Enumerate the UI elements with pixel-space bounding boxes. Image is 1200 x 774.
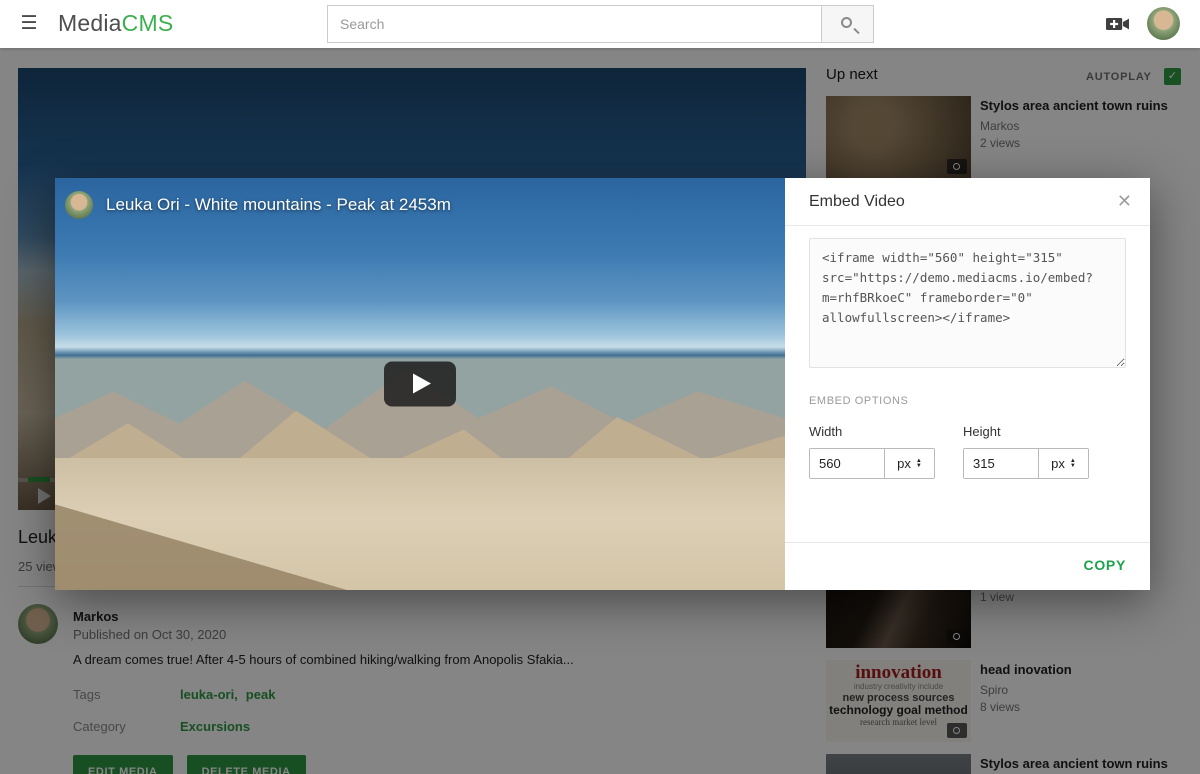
width-unit-select[interactable]: px ▲▼ bbox=[884, 449, 934, 478]
modal-body: <iframe width="560" height="315" src="ht… bbox=[785, 226, 1150, 479]
search-button[interactable] bbox=[821, 5, 874, 43]
preview-video-title: Leuka Ori - White mountains - Peak at 24… bbox=[106, 195, 451, 215]
user-avatar[interactable] bbox=[1147, 7, 1180, 40]
modal-footer: COPY bbox=[785, 542, 1150, 590]
hamburger-menu-icon[interactable]: ☰ bbox=[18, 13, 40, 35]
unit-value: px bbox=[1051, 456, 1065, 471]
preview-title-bar: Leuka Ori - White mountains - Peak at 24… bbox=[65, 191, 451, 219]
height-unit-select[interactable]: px ▲▼ bbox=[1038, 449, 1088, 478]
play-button[interactable] bbox=[384, 362, 456, 407]
preview-author-avatar[interactable] bbox=[65, 191, 93, 219]
height-input[interactable] bbox=[964, 449, 1038, 478]
sort-arrows-icon: ▲▼ bbox=[1070, 459, 1076, 469]
width-input[interactable] bbox=[810, 449, 884, 478]
modal-title: Embed Video bbox=[809, 193, 905, 211]
close-icon[interactable]: ✕ bbox=[1117, 191, 1132, 212]
width-field-group: Width px ▲▼ bbox=[809, 424, 935, 479]
width-label: Width bbox=[809, 424, 935, 439]
search-input[interactable] bbox=[327, 5, 821, 43]
sort-arrows-icon: ▲▼ bbox=[916, 459, 922, 469]
upload-media-button[interactable] bbox=[1106, 15, 1130, 33]
magnifier-icon bbox=[841, 17, 852, 28]
magnifier-icon-handle bbox=[853, 28, 859, 34]
embed-preview-player[interactable]: Leuka Ori - White mountains - Peak at 24… bbox=[55, 178, 785, 590]
height-field-group: Height px ▲▼ bbox=[963, 424, 1089, 479]
search-bar bbox=[327, 5, 874, 43]
embed-options-label: EMBED OPTIONS bbox=[809, 395, 1126, 407]
unit-value: px bbox=[897, 456, 911, 471]
modal-header: Embed Video ✕ bbox=[785, 178, 1150, 226]
embed-video-modal: Leuka Ori - White mountains - Peak at 24… bbox=[55, 178, 1150, 590]
copy-button[interactable]: COPY bbox=[1084, 557, 1126, 573]
embed-options-panel: Embed Video ✕ <iframe width="560" height… bbox=[785, 178, 1150, 590]
embed-code-textarea[interactable]: <iframe width="560" height="315" src="ht… bbox=[809, 238, 1126, 368]
app-header: ☰ MediaCMS bbox=[0, 0, 1200, 48]
video-camera-plus-icon bbox=[1106, 15, 1130, 33]
height-label: Height bbox=[963, 424, 1089, 439]
dimension-fields: Width px ▲▼ Height bbox=[809, 424, 1126, 479]
app-logo[interactable]: MediaCMS bbox=[58, 10, 173, 37]
